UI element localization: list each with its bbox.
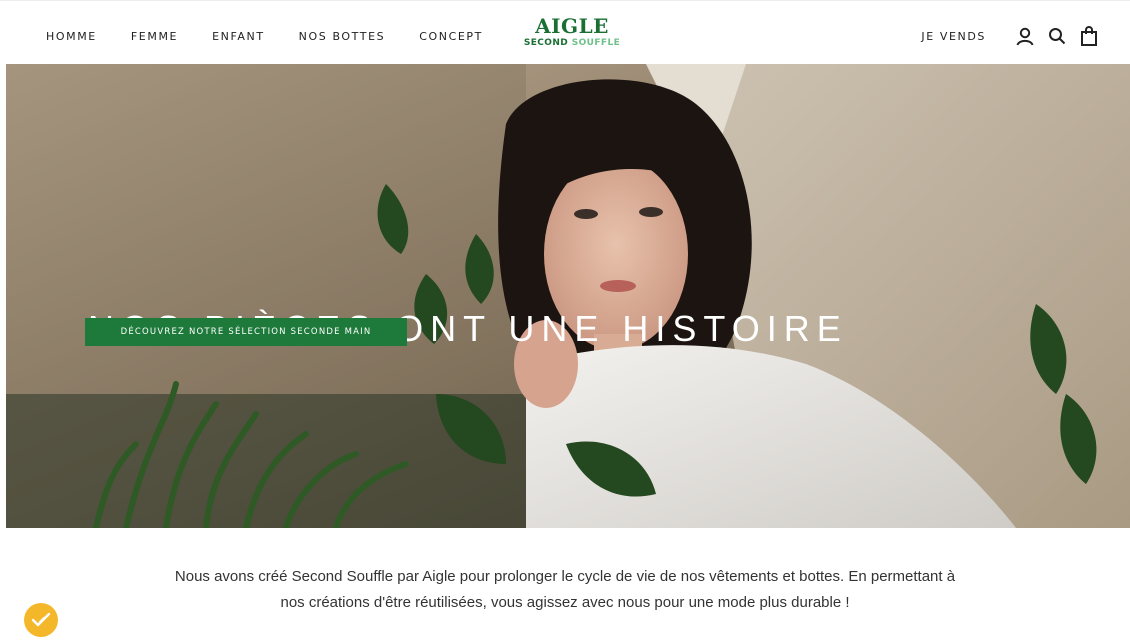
account-icon[interactable]: [1014, 25, 1036, 47]
hero-image: [6, 64, 1130, 528]
nav-link-femme[interactable]: FEMME: [131, 30, 178, 43]
discover-selection-button[interactable]: DÉCOUVREZ NOTRE SÉLECTION SECONDE MAIN: [85, 318, 407, 346]
nav-link-homme[interactable]: HOMME: [46, 30, 97, 43]
nav-link-enfant[interactable]: ENFANT: [212, 30, 265, 43]
nav-link-nos-bottes[interactable]: NOS BOTTES: [299, 30, 386, 43]
header-actions: JE VENDS: [921, 25, 1100, 47]
logo-brand: AIGLE: [535, 14, 609, 38]
shopping-bag-icon[interactable]: [1078, 25, 1100, 47]
logo-sub-secondary: SOUFFLE: [571, 38, 621, 48]
logo-subtitle: SECOND SOUFFLE: [516, 38, 628, 48]
checkmark-badge-icon[interactable]: [24, 603, 58, 637]
logo-sub-primary: SECOND: [523, 38, 569, 48]
main-nav: HOMME FEMME ENFANT NOS BOTTES CONCEPT: [46, 30, 517, 43]
nav-link-concept[interactable]: CONCEPT: [419, 30, 483, 43]
site-logo[interactable]: AIGLE SECOND SOUFFLE: [516, 16, 628, 48]
sell-link[interactable]: JE VENDS: [921, 30, 986, 43]
search-icon[interactable]: [1046, 25, 1068, 47]
site-header: HOMME FEMME ENFANT NOS BOTTES CONCEPT AI…: [0, 0, 1130, 64]
intro-text: Nous avons créé Second Souffle par Aigle…: [174, 568, 956, 611]
hero-banner: NOS PIÈCES ONT UNE HISTOIRE DÉCOUVREZ NO…: [6, 64, 1130, 528]
